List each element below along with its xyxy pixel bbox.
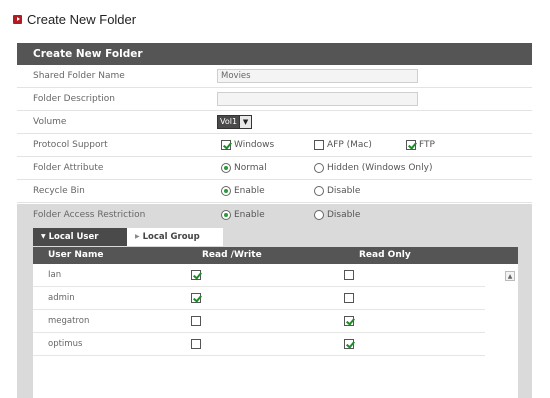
- read-only-checkbox[interactable]: [344, 339, 354, 349]
- read-only-checkbox[interactable]: [344, 293, 354, 303]
- read-write-checkbox[interactable]: [191, 339, 201, 349]
- attribute-normal-label: Normal: [234, 163, 267, 173]
- arrow-box-icon: [13, 14, 22, 24]
- page-title: Create New Folder: [27, 11, 137, 27]
- table-header: User Name Read /Write Read Only: [33, 247, 518, 264]
- folder-description-input[interactable]: [217, 92, 418, 106]
- attribute-hidden-label: Hidden (Windows Only): [327, 163, 433, 173]
- recycle-bin-label: Recycle Bin: [33, 186, 85, 196]
- protocol-windows-option[interactable]: Windows: [221, 140, 314, 150]
- access-restriction-label: Folder Access Restriction: [33, 210, 146, 220]
- caret-right-icon: ▶: [135, 233, 140, 240]
- access-restriction-row: Folder Access Restriction Enable Disable: [17, 204, 532, 226]
- user-name-cell: Ian: [48, 270, 62, 280]
- page-title-bar: Create New Folder: [13, 10, 136, 28]
- read-write-checkbox[interactable]: [191, 270, 201, 280]
- folder-description-label: Folder Description: [33, 94, 115, 104]
- shared-folder-name-row: Shared Folder Name Movies: [17, 65, 532, 88]
- tab-local-user-label: Local User: [48, 232, 99, 242]
- volume-selected-value: Vol1: [217, 115, 241, 129]
- folder-attribute-row: Folder Attribute Normal Hidden (Windows …: [17, 157, 532, 180]
- user-permission-table: User Name Read /Write Read Only Ian admi…: [33, 247, 518, 398]
- header-read-write: Read /Write: [202, 250, 262, 260]
- create-folder-panel: Create New Folder Shared Folder Name Mov…: [17, 43, 532, 398]
- read-only-checkbox[interactable]: [344, 316, 354, 326]
- access-disable-option[interactable]: Disable: [314, 210, 360, 220]
- folder-description-row: Folder Description: [17, 88, 532, 111]
- protocol-ftp-checkbox[interactable]: [406, 140, 416, 150]
- volume-select[interactable]: Vol1 ▼: [217, 115, 253, 129]
- caret-down-icon: ▼: [41, 233, 46, 240]
- read-write-checkbox[interactable]: [191, 293, 201, 303]
- access-enable-radio[interactable]: [221, 210, 231, 220]
- protocol-support-row: Protocol Support Windows AFP (Mac) FTP: [17, 134, 532, 157]
- panel-header: Create New Folder: [17, 43, 532, 65]
- protocol-windows-label: Windows: [234, 140, 275, 150]
- table-row: megatron: [33, 310, 485, 333]
- user-name-cell: megatron: [48, 316, 90, 326]
- recycle-disable-radio[interactable]: [314, 186, 324, 196]
- recycle-enable-label: Enable: [234, 186, 265, 196]
- read-only-checkbox[interactable]: [344, 270, 354, 280]
- access-enable-label: Enable: [234, 210, 265, 220]
- table-row: optimus: [33, 333, 485, 356]
- user-name-cell: admin: [48, 293, 75, 303]
- recycle-bin-row: Recycle Bin Enable Disable: [17, 180, 532, 203]
- attribute-normal-option[interactable]: Normal: [221, 163, 314, 173]
- access-disable-label: Disable: [327, 210, 361, 220]
- scroll-up-icon[interactable]: ▲: [505, 271, 515, 281]
- attribute-hidden-radio[interactable]: [314, 163, 324, 173]
- shared-folder-name-input[interactable]: Movies: [217, 69, 418, 83]
- protocol-afp-checkbox[interactable]: [314, 140, 324, 150]
- recycle-enable-option[interactable]: Enable: [221, 186, 314, 196]
- protocol-ftp-label: FTP: [419, 140, 435, 150]
- table-row: admin: [33, 287, 485, 310]
- protocol-afp-option[interactable]: AFP (Mac): [314, 140, 406, 150]
- protocol-ftp-option[interactable]: FTP: [406, 140, 435, 150]
- access-disable-radio[interactable]: [314, 210, 324, 220]
- recycle-disable-label: Disable: [327, 186, 361, 196]
- volume-row: Volume Vol1 ▼: [17, 111, 532, 134]
- recycle-enable-radio[interactable]: [221, 186, 231, 196]
- tab-local-group[interactable]: ▶ Local Group: [127, 228, 223, 246]
- attribute-hidden-option[interactable]: Hidden (Windows Only): [314, 163, 432, 173]
- protocol-windows-checkbox[interactable]: [221, 140, 231, 150]
- access-restriction-area: Folder Access Restriction Enable Disable…: [17, 204, 532, 398]
- access-enable-option[interactable]: Enable: [221, 210, 314, 220]
- tab-local-group-label: Local Group: [142, 232, 200, 242]
- volume-label: Volume: [33, 117, 67, 127]
- folder-attribute-label: Folder Attribute: [33, 163, 104, 173]
- user-name-cell: optimus: [48, 339, 83, 349]
- shared-folder-name-label: Shared Folder Name: [33, 71, 125, 81]
- tab-local-user[interactable]: ▼ Local User: [33, 228, 127, 246]
- protocol-support-label: Protocol Support: [33, 140, 108, 150]
- protocol-afp-label: AFP (Mac): [327, 140, 372, 150]
- header-read-only: Read Only: [359, 250, 411, 260]
- user-group-tabs: ▼ Local User ▶ Local Group: [33, 228, 223, 246]
- read-write-checkbox[interactable]: [191, 316, 201, 326]
- header-user-name: User Name: [48, 250, 104, 260]
- table-row: Ian: [33, 264, 485, 287]
- attribute-normal-radio[interactable]: [221, 163, 231, 173]
- chevron-down-icon[interactable]: ▼: [240, 115, 253, 129]
- recycle-disable-option[interactable]: Disable: [314, 186, 360, 196]
